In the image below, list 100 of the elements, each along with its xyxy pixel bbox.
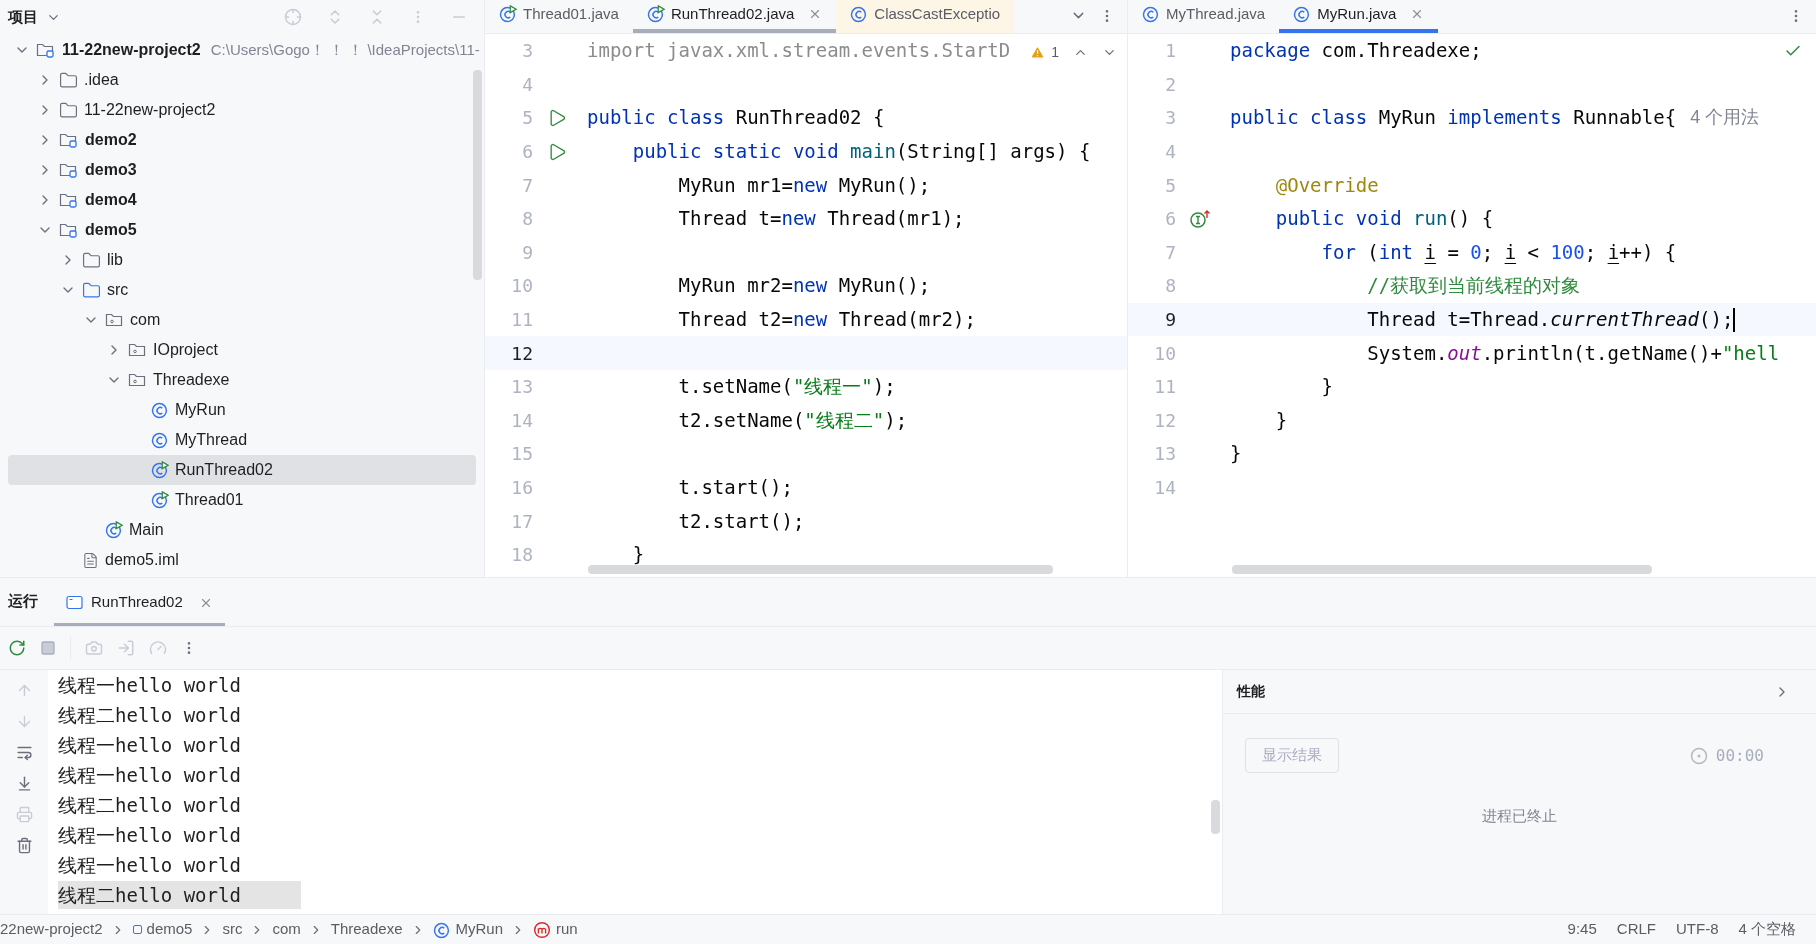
tree-item[interactable]: src	[8, 275, 476, 305]
class-icon	[1142, 5, 1160, 23]
editor-tab[interactable]: ClassCastExceptio	[836, 0, 1015, 33]
tree-item[interactable]: Threadexe	[8, 365, 476, 395]
breadcrumb[interactable]: run	[533, 918, 578, 941]
code-line: }	[631, 545, 645, 565]
line-number: 4	[522, 73, 533, 95]
tree-item[interactable]: lib	[8, 245, 476, 275]
code-line: //获取到当前线程的对象	[1366, 276, 1581, 296]
line-number: 12	[1154, 409, 1176, 431]
line-number: 8	[1165, 275, 1176, 297]
line-number: 9	[522, 241, 533, 263]
tree-item-label: Thread01	[175, 490, 244, 510]
status-item[interactable]: 4 个空格	[1738, 918, 1796, 941]
line-number: 14	[511, 409, 533, 431]
breadcrumb[interactable]: MyRun	[432, 918, 503, 941]
tree-item[interactable]: Thread01	[8, 485, 476, 515]
folder-icon	[82, 250, 101, 270]
runnable-class-icon	[105, 521, 123, 539]
line-number: 12	[511, 342, 533, 364]
tree-item-label: demo2	[85, 130, 137, 150]
tree-item-label: src	[107, 280, 129, 300]
tree-item[interactable]: demo3	[8, 155, 476, 185]
editor-tab[interactable]: MyRun.java	[1279, 0, 1439, 33]
console-line: 线程一hello world	[58, 763, 242, 788]
tree-item[interactable]: MyRun	[8, 395, 476, 425]
breadcrumb[interactable]: demo5	[132, 918, 193, 941]
tree-item[interactable]: 11-22new-project2	[8, 95, 476, 125]
code-line: t2.setName("线程二");	[677, 410, 908, 430]
warning-count[interactable]: 1	[1051, 42, 1059, 63]
trash-icon[interactable]	[15, 837, 33, 854]
console-line: 线程一hello world	[58, 823, 242, 848]
scrollbar[interactable]	[1211, 800, 1220, 834]
tree-item-label: 11-22new-project2	[84, 100, 216, 120]
code-line: Thread t2=new Thread(mr2);	[677, 310, 976, 330]
tree-item[interactable]: com	[8, 305, 476, 335]
code-line: }	[1320, 377, 1333, 397]
breadcrumb[interactable]: src	[222, 918, 243, 941]
module-folder-icon	[59, 131, 79, 149]
code-line: for (int i = 0; i < 100; i++) {	[1320, 242, 1677, 262]
code-line: }	[1230, 444, 1242, 464]
tree-item[interactable]: RunThread02	[8, 455, 476, 485]
console-line: 线程二hello world	[58, 793, 242, 818]
breadcrumb[interactable]: 22new-project2	[0, 918, 103, 941]
line-number: 2	[1165, 73, 1176, 95]
run-tab[interactable]: RunThread02	[54, 582, 225, 626]
tree-item-label: Threadexe	[153, 370, 230, 390]
console-line: 线程一hello world	[58, 853, 242, 878]
tree-item[interactable]: MyThread	[8, 425, 476, 455]
tree-item[interactable]: IOproject	[8, 335, 476, 365]
code-line: @Override	[1274, 175, 1379, 195]
code-line: MyRun mr2=new MyRun();	[677, 276, 931, 296]
tree-item[interactable]: demo2	[8, 125, 476, 155]
class-icon	[1293, 5, 1312, 23]
usage-hint[interactable]: 4 个用法	[1690, 104, 1760, 132]
tree-item[interactable]: demo5	[8, 215, 476, 245]
code-line: MyRun mr1=new MyRun();	[677, 175, 931, 195]
line-number: 7	[522, 174, 533, 196]
implements-icon[interactable]	[1190, 208, 1212, 229]
status-item[interactable]: UTF-8	[1676, 918, 1719, 941]
tree-item-label: MyRun	[175, 400, 226, 420]
tree-item[interactable]: Main	[8, 515, 476, 545]
editor-tab[interactable]: MyThread.java	[1128, 0, 1280, 33]
rerun-icon[interactable]	[8, 639, 26, 657]
tree-item[interactable]: demo5.iml	[8, 545, 476, 575]
status-item[interactable]: 9:45	[1567, 918, 1597, 941]
module-folder-icon	[36, 41, 56, 59]
tree-item-label: 11-22new-project2	[62, 40, 201, 60]
code-line: public void run() {	[1274, 209, 1494, 229]
tree-item-label: demo3	[85, 160, 137, 180]
soft-wrap-icon[interactable]	[15, 744, 33, 761]
folder-icon	[59, 100, 78, 120]
panel-title[interactable]: 项目	[8, 5, 38, 29]
line-number: 18	[511, 544, 533, 566]
warning-icon[interactable]	[1030, 45, 1046, 60]
scrollbar[interactable]	[588, 565, 1053, 574]
breadcrumb[interactable]: com	[272, 918, 301, 941]
scrollbar[interactable]	[473, 70, 482, 280]
class-icon	[151, 401, 169, 419]
editor-tab[interactable]: Thread01.java	[485, 0, 633, 33]
tree-item-label: demo5	[85, 220, 137, 240]
line-number: 13	[1154, 443, 1176, 465]
panel-title[interactable]: 运行	[8, 589, 38, 612]
tree-item-label: Main	[129, 520, 164, 540]
line-number: 4	[1165, 141, 1176, 163]
code-line: import javax.xml.stream.events.StartD	[587, 41, 1011, 61]
status-item[interactable]: CRLF	[1616, 918, 1656, 941]
package-icon	[128, 371, 147, 389]
timer: 00:00	[1715, 744, 1764, 767]
line-number: 16	[511, 477, 533, 498]
tree-item-label: lib	[107, 250, 123, 270]
tree-item[interactable]: demo4	[8, 185, 476, 215]
scrollbar[interactable]	[1232, 565, 1652, 574]
module-folder-icon	[59, 161, 79, 179]
code-line: t.setName("线程一");	[677, 377, 896, 397]
status-message: 进程已终止	[1482, 806, 1557, 826]
line-number: 11	[1154, 376, 1176, 398]
line-number: 8	[522, 208, 533, 230]
tree-item[interactable]: .idea	[8, 65, 476, 95]
breadcrumb[interactable]: Threadexe	[330, 918, 403, 941]
